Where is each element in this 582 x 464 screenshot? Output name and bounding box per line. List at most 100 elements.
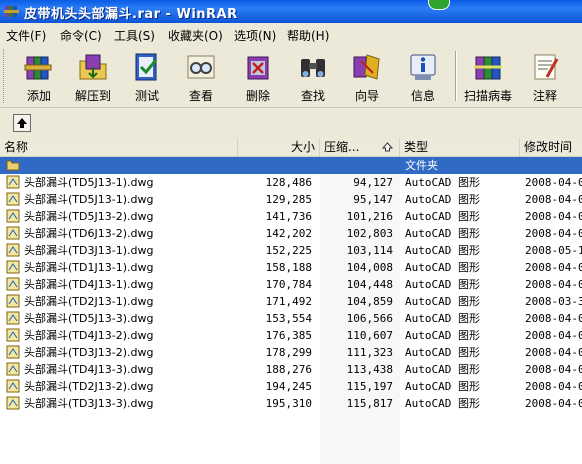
info-label: 信息 — [410, 89, 435, 103]
dwg-file-icon — [6, 175, 20, 189]
file-row[interactable]: 头部漏斗(TD3J13-3).dwg 195,310 115,817 AutoC… — [0, 395, 582, 412]
file-row[interactable]: 头部漏斗(TD3J13-2).dwg 178,299 111,323 AutoC… — [0, 344, 582, 361]
find-button[interactable]: 查找 — [284, 47, 342, 105]
file-name: 头部漏斗(TD6J13-2).dwg — [24, 227, 154, 240]
view-button[interactable]: 查看 — [172, 47, 230, 105]
file-packed-size: 95,147 — [353, 193, 393, 206]
find-label: 查找 — [300, 89, 325, 103]
comment-button[interactable]: 注释 — [516, 47, 574, 105]
file-row[interactable]: 头部漏斗(TD5J13-3).dwg 153,554 106,566 AutoC… — [0, 310, 582, 327]
file-row[interactable]: 头部漏斗(TD1J13-1).dwg 158,188 104,008 AutoC… — [0, 259, 582, 276]
winrar-app-icon — [4, 6, 19, 17]
file-size: 158,188 — [265, 261, 312, 274]
file-type: AutoCAD 图形 — [405, 312, 480, 325]
file-packed-size: 106,566 — [346, 312, 393, 325]
file-modified: 2008-04-01 — [525, 380, 582, 393]
extract-to-label: 解压到 — [74, 89, 111, 103]
file-size: 171,492 — [265, 295, 312, 308]
menu-commands[interactable]: 命令(C) — [60, 27, 102, 44]
file-row[interactable]: 头部漏斗(TD3J13-1).dwg 152,225 103,114 AutoC… — [0, 242, 582, 259]
delete-label: 删除 — [245, 89, 270, 103]
file-size: 142,202 — [265, 227, 312, 240]
dwg-file-icon — [6, 294, 20, 308]
file-size: 188,276 — [265, 363, 312, 376]
file-packed-size: 101,216 — [346, 210, 393, 223]
info-button[interactable]: 信息 — [394, 47, 452, 105]
column-header-bar: 名称 大小 压缩... 类型 修改时间 — [0, 138, 582, 157]
file-size: 195,310 — [265, 397, 312, 410]
dwg-file-icon — [6, 311, 20, 325]
toolbar-grip — [3, 49, 7, 103]
column-header-name[interactable]: 名称 — [0, 138, 238, 156]
file-type: AutoCAD 图形 — [405, 227, 480, 240]
test-label: 测试 — [134, 89, 159, 103]
file-modified: 2008-04-01 — [525, 193, 582, 206]
file-size: 141,736 — [265, 210, 312, 223]
file-packed-size: 111,323 — [346, 346, 393, 359]
file-row[interactable]: 头部漏斗(TD2J13-1).dwg 171,492 104,859 AutoC… — [0, 293, 582, 310]
file-name: 头部漏斗(TD2J13-1).dwg — [24, 295, 154, 308]
up-arrow-icon — [17, 118, 27, 128]
folder-type: 文件夹 — [405, 159, 438, 172]
find-binoculars-icon — [301, 59, 325, 77]
dwg-file-icon — [6, 260, 20, 274]
menu-favorites[interactable]: 收藏夹(O) — [168, 27, 223, 44]
wizard-button[interactable]: 向导 — [338, 47, 396, 105]
file-row[interactable]: 头部漏斗(TD4J13-1).dwg 170,784 104,448 AutoC… — [0, 276, 582, 293]
virus-scan-button[interactable]: 扫描病毒 — [459, 47, 517, 105]
file-type: AutoCAD 图形 — [405, 261, 480, 274]
window-title: 皮带机头头部漏斗.rar - WinRAR — [24, 7, 238, 22]
window-control-button[interactable] — [428, 0, 450, 10]
file-size: 128,486 — [265, 176, 312, 189]
file-row[interactable]: 头部漏斗(TD5J13-1).dwg 128,486 94,127 AutoCA… — [0, 174, 582, 191]
menu-options[interactable]: 选项(N) — [234, 27, 276, 44]
comment-icon — [534, 54, 559, 80]
dwg-file-icon — [6, 362, 20, 376]
file-type: AutoCAD 图形 — [405, 380, 480, 393]
file-modified: 2008-04-01 — [525, 210, 582, 223]
file-name: 头部漏斗(TD4J13-1).dwg — [24, 278, 154, 291]
view-glasses-icon — [187, 55, 215, 79]
parent-folder-row[interactable]: 文件夹 — [0, 157, 582, 174]
file-row[interactable]: 头部漏斗(TD2J13-2).dwg 194,245 115,197 AutoC… — [0, 378, 582, 395]
file-type: AutoCAD 图形 — [405, 176, 480, 189]
file-modified: 2008-05-10 — [525, 244, 582, 257]
file-packed-size: 115,197 — [346, 380, 393, 393]
extract-to-button[interactable]: 解压到 — [64, 47, 122, 105]
title-bar: 皮带机头头部漏斗.rar - WinRAR — [0, 0, 582, 23]
file-list[interactable]: 文件夹 头部漏斗(TD5J13-1).dwg 128,486 94,127 Au… — [0, 157, 582, 464]
file-row[interactable]: 头部漏斗(TD4J13-3).dwg 188,276 113,438 AutoC… — [0, 361, 582, 378]
dwg-file-icon — [6, 243, 20, 257]
file-size: 194,245 — [265, 380, 312, 393]
folder-icon — [6, 160, 20, 171]
file-modified: 2008-04-01 — [525, 278, 582, 291]
delete-icon — [247, 56, 269, 80]
file-row[interactable]: 头部漏斗(TD6J13-2).dwg 142,202 102,803 AutoC… — [0, 225, 582, 242]
column-header-size[interactable]: 大小 — [238, 138, 320, 156]
file-name: 头部漏斗(TD3J13-1).dwg — [24, 244, 154, 257]
column-modified-label: 修改时间 — [524, 140, 573, 154]
file-modified: 2008-04-01 — [525, 227, 582, 240]
file-row[interactable]: 头部漏斗(TD4J13-2).dwg 176,385 110,607 AutoC… — [0, 327, 582, 344]
file-packed-size: 110,607 — [346, 329, 393, 342]
delete-button[interactable]: 删除 — [229, 47, 287, 105]
file-type: AutoCAD 图形 — [405, 244, 480, 257]
menu-file[interactable]: 文件(F) — [6, 27, 46, 44]
file-row[interactable]: 头部漏斗(TD5J13-1).dwg 129,285 95,147 AutoCA… — [0, 191, 582, 208]
extract-folder-icon — [79, 54, 107, 80]
add-button[interactable]: 添加 — [10, 47, 68, 105]
column-header-modified[interactable]: 修改时间 — [520, 138, 582, 156]
menu-tools[interactable]: 工具(S) — [114, 27, 155, 44]
up-folder-button[interactable] — [13, 114, 31, 132]
file-name: 头部漏斗(TD5J13-3).dwg — [24, 312, 154, 325]
sort-ascending-icon — [382, 142, 393, 152]
column-header-type[interactable]: 类型 — [400, 138, 520, 156]
file-row[interactable]: 头部漏斗(TD5J13-2).dwg 141,736 101,216 AutoC… — [0, 208, 582, 225]
virus-scan-icon — [474, 56, 502, 80]
test-button[interactable]: 测试 — [118, 47, 176, 105]
info-icon — [410, 54, 436, 80]
wizard-label: 向导 — [354, 89, 379, 103]
folder-name — [24, 157, 234, 174]
menu-help[interactable]: 帮助(H) — [287, 27, 329, 44]
column-header-packed[interactable]: 压缩... — [320, 138, 400, 156]
